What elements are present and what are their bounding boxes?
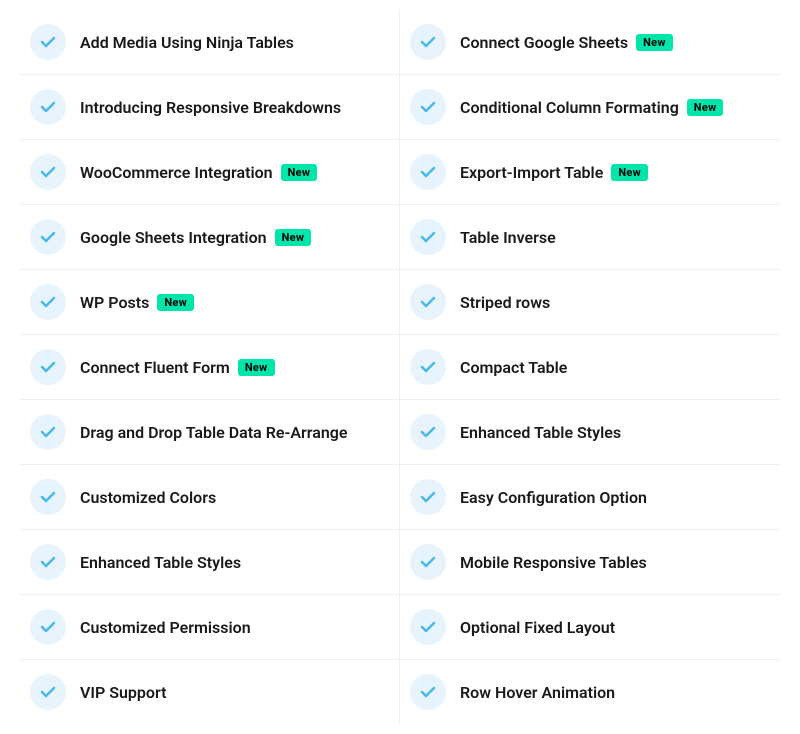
feature-label-text: Connect Google SheetsNew [460, 33, 673, 52]
feature-label-text: Optional Fixed Layout [460, 618, 615, 637]
feature-label-text: Mobile Responsive Tables [460, 553, 647, 572]
check-icon [30, 544, 66, 580]
feature-label-text: Compact Table [460, 358, 567, 377]
feature-item: Customized Permission [20, 595, 400, 660]
feature-item: Google Sheets IntegrationNew [20, 205, 400, 270]
check-icon [30, 284, 66, 320]
feature-item: Connect Fluent FormNew [20, 335, 400, 400]
new-badge: New [687, 99, 724, 116]
check-icon [30, 609, 66, 645]
feature-item: Enhanced Table Styles [20, 530, 400, 595]
feature-label-text: Enhanced Table Styles [80, 553, 241, 572]
check-icon [410, 349, 446, 385]
feature-label-text: Introducing Responsive Breakdowns [80, 98, 341, 117]
check-icon [30, 24, 66, 60]
check-icon [30, 414, 66, 450]
check-icon [30, 219, 66, 255]
feature-item: Row Hover Animation [400, 660, 780, 724]
feature-item: Export-Import TableNew [400, 140, 780, 205]
feature-item: Drag and Drop Table Data Re-Arrange [20, 400, 400, 465]
feature-item: VIP Support [20, 660, 400, 724]
feature-label-text: WooCommerce IntegrationNew [80, 163, 317, 182]
feature-item: Mobile Responsive Tables [400, 530, 780, 595]
left-column: Add Media Using Ninja Tables Introducing… [20, 10, 400, 724]
feature-item: Introducing Responsive Breakdowns [20, 75, 400, 140]
feature-item: Easy Configuration Option [400, 465, 780, 530]
feature-label-text: VIP Support [80, 683, 167, 702]
feature-label-text: Customized Permission [80, 618, 251, 637]
check-icon [30, 89, 66, 125]
check-icon [30, 674, 66, 710]
check-icon [410, 544, 446, 580]
new-badge: New [275, 229, 312, 246]
new-badge: New [157, 294, 194, 311]
check-icon [410, 674, 446, 710]
feature-label-text: Table Inverse [460, 228, 556, 247]
feature-item: Compact Table [400, 335, 780, 400]
check-icon [410, 479, 446, 515]
feature-item: Table Inverse [400, 205, 780, 270]
feature-item: Enhanced Table Styles [400, 400, 780, 465]
features-grid: Add Media Using Ninja Tables Introducing… [20, 10, 780, 724]
check-icon [410, 219, 446, 255]
feature-label-text: WP PostsNew [80, 293, 194, 312]
feature-item: Customized Colors [20, 465, 400, 530]
feature-label-text: Add Media Using Ninja Tables [80, 33, 294, 52]
feature-item: WooCommerce IntegrationNew [20, 140, 400, 205]
check-icon [410, 154, 446, 190]
feature-item: Conditional Column FormatingNew [400, 75, 780, 140]
feature-label-text: Easy Configuration Option [460, 488, 647, 507]
feature-label-text: Google Sheets IntegrationNew [80, 228, 311, 247]
feature-label-text: Export-Import TableNew [460, 163, 648, 182]
new-badge: New [611, 164, 648, 181]
check-icon [30, 479, 66, 515]
feature-label-text: Connect Fluent FormNew [80, 358, 275, 377]
feature-label-text: Drag and Drop Table Data Re-Arrange [80, 423, 348, 442]
check-icon [410, 24, 446, 60]
check-icon [30, 349, 66, 385]
check-icon [30, 154, 66, 190]
new-badge: New [238, 359, 275, 376]
feature-item: Optional Fixed Layout [400, 595, 780, 660]
new-badge: New [636, 34, 673, 51]
feature-label-text: Conditional Column FormatingNew [460, 98, 723, 117]
check-icon [410, 414, 446, 450]
feature-item: Striped rows [400, 270, 780, 335]
feature-label-text: Striped rows [460, 293, 550, 312]
feature-label-text: Customized Colors [80, 488, 216, 507]
feature-item: Connect Google SheetsNew [400, 10, 780, 75]
check-icon [410, 284, 446, 320]
check-icon [410, 89, 446, 125]
feature-label-text: Enhanced Table Styles [460, 423, 621, 442]
right-column: Connect Google SheetsNew Conditional Col… [400, 10, 780, 724]
new-badge: New [281, 164, 318, 181]
feature-item: Add Media Using Ninja Tables [20, 10, 400, 75]
check-icon [410, 609, 446, 645]
feature-item: WP PostsNew [20, 270, 400, 335]
feature-label-text: Row Hover Animation [460, 683, 615, 702]
